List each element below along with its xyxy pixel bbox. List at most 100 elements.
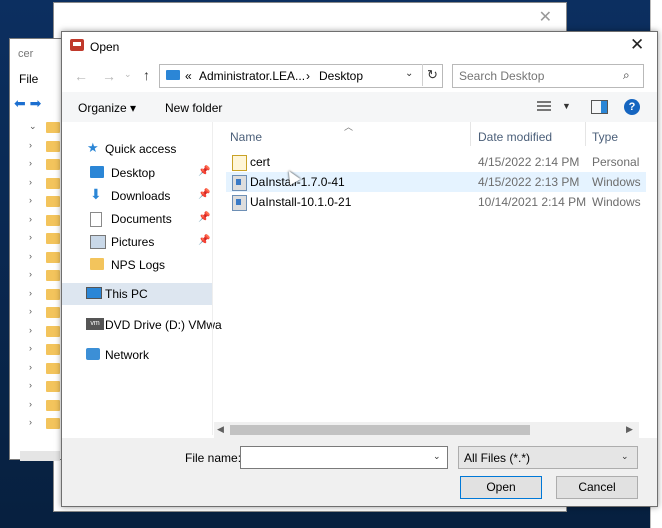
column-header-date-modified[interactable]: Date modified [478,130,552,144]
chevron-right-icon[interactable]: › [29,158,32,168]
folder-icon [46,307,60,318]
nav-item-desktop[interactable]: Desktop 📌 [62,162,212,184]
help-icon[interactable]: ? [624,99,640,115]
file-name-input[interactable] [241,447,427,468]
nav-item-pictures[interactable]: Pictures 📌 [62,231,212,253]
installer-icon [232,175,247,191]
chevron-right-icon[interactable]: › [29,380,32,390]
chevron-right-icon[interactable]: › [29,288,32,298]
breadcrumb-overflow[interactable]: « [185,69,192,83]
organize-button[interactable]: Organize ▾ [78,101,136,115]
file-date: 4/15/2022 2:13 PM [478,175,580,189]
column-header-type[interactable]: Type [592,130,618,144]
this-pc-icon [166,70,180,80]
chevron-down-icon[interactable]: ⌄ [433,451,441,462]
pin-icon: 📌 [198,189,211,200]
nav-label: Network [105,348,150,362]
chevron-right-icon[interactable]: › [29,269,32,279]
back-arrow-icon[interactable]: ← [74,68,88,84]
file-name-combobox[interactable]: ⌄ [240,446,448,469]
back-arrow-icon[interactable]: ⬅ ➡ [14,95,41,112]
forward-arrow-icon[interactable]: → [102,68,116,84]
close-icon[interactable]: ✕ [630,35,644,55]
nav-item-documents[interactable]: Documents 📌 [62,208,212,230]
folder-icon [46,325,60,337]
nav-quick-access[interactable]: ★ Quick access [62,138,212,160]
folder-icon [46,233,60,244]
nav-label: NPS Logs [111,258,166,272]
scroll-right-icon[interactable]: ▶ [626,424,633,435]
chevron-right-icon[interactable]: › [29,214,32,224]
nav-item-dvd-drive[interactable]: vm DVD Drive (D:) VMwa [62,314,222,336]
folder-icon [46,399,60,411]
chevron-right-icon[interactable]: › [29,362,32,372]
nav-item-downloads[interactable]: ⬇ Downloads 📌 [62,185,212,207]
chevron-right-icon[interactable]: › [29,306,32,316]
nav-label: Pictures [111,235,155,249]
column-header-name[interactable]: Name [230,130,262,144]
close-icon[interactable]: ✕ [539,7,552,27]
file-row[interactable]: cert 4/15/2022 2:14 PM Personal Info [226,152,646,172]
file-date: 4/15/2022 2:14 PM [478,155,580,169]
downloads-icon: ⬇ [90,186,102,202]
breadcrumb-administrator[interactable]: Administrator.LEA... [199,69,305,83]
chevron-down-icon[interactable]: ⌄ [621,451,629,462]
search-input[interactable] [453,65,621,87]
chevron-right-icon[interactable]: › [29,195,32,205]
title-bar: Open ✕ [62,32,657,61]
cancel-button[interactable]: Cancel [556,476,638,499]
address-bar[interactable]: « Administrator.LEA... › Desktop ⌄ [159,64,443,88]
nav-label: Desktop [111,166,156,180]
chevron-right-icon[interactable]: › [29,232,32,242]
search-box[interactable]: ⌕ [452,64,644,88]
folder-icon [46,159,60,170]
column-divider[interactable] [470,122,471,146]
pane-divider[interactable] [212,122,213,435]
breadcrumb-desktop[interactable]: Desktop [319,69,363,83]
search-icon[interactable]: ⌕ [623,68,630,83]
breadcrumb-separator: › [306,69,310,83]
file-type: Windows Ins [592,195,642,209]
up-arrow-icon[interactable]: ↑ [143,67,150,83]
desktop-icon [90,166,104,178]
file-type: Windows Ins [592,175,642,189]
chevron-right-icon[interactable]: › [29,343,32,353]
chevron-down-icon[interactable]: ▼ [562,101,571,111]
file-date: 10/14/2021 2:14 PM [478,195,587,209]
file-type: Personal Info [592,155,642,169]
chevron-right-icon[interactable]: › [29,325,32,335]
file-name: UaInstall-10.1.0-21 [250,195,352,209]
file-list: ︿ Name Date modified Type cert 4/15/2022… [214,122,646,422]
view-options-icon[interactable] [537,100,551,112]
chevron-right-icon[interactable]: › [29,251,32,261]
recent-locations-chevron-icon[interactable]: ⌄ [124,69,132,80]
refresh-icon[interactable]: ↻ [422,64,442,86]
nav-label: Quick access [105,142,177,156]
file-type-select[interactable]: All Files (*.*) ⌄ [458,446,638,469]
new-folder-button[interactable]: New folder [165,101,222,115]
scrollbar-thumb[interactable] [230,425,530,435]
scroll-left-icon[interactable]: ◀ [217,424,224,435]
chevron-down-icon[interactable]: ⌄ [405,68,413,79]
preview-pane-icon[interactable] [591,100,608,114]
file-name: cert [250,155,271,169]
horizontal-scrollbar[interactable]: ◀ ▶ [214,422,639,438]
nav-item-network[interactable]: Network [62,344,212,366]
chevron-right-icon[interactable]: › [29,399,32,409]
chevron-right-icon[interactable]: › [29,417,32,427]
window-title: cer [18,48,34,60]
open-dialog: Open ✕ ← → ⌄ ↑ « Administrator.LEA... › … [61,31,658,507]
chevron-right-icon[interactable]: › [29,140,32,150]
horizontal-scrollbar[interactable] [20,451,60,461]
nav-item-this-pc[interactable]: This PC [62,283,212,305]
chevron-right-icon[interactable]: › [29,177,32,187]
chevron-down-icon[interactable]: ⌄ [29,121,37,132]
navigation-pane: ★ Quick access Desktop 📌 ⬇ Downloads 📌 D… [62,122,222,437]
column-divider[interactable] [585,122,586,146]
nav-item-nps-logs[interactable]: NPS Logs [62,254,212,276]
folder-icon [46,251,60,263]
open-button[interactable]: Open [460,476,542,499]
menu-file[interactable]: File [19,72,38,86]
file-row[interactable]: UaInstall-10.1.0-21 10/14/2021 2:14 PM W… [226,192,646,212]
pin-icon: 📌 [198,166,211,177]
